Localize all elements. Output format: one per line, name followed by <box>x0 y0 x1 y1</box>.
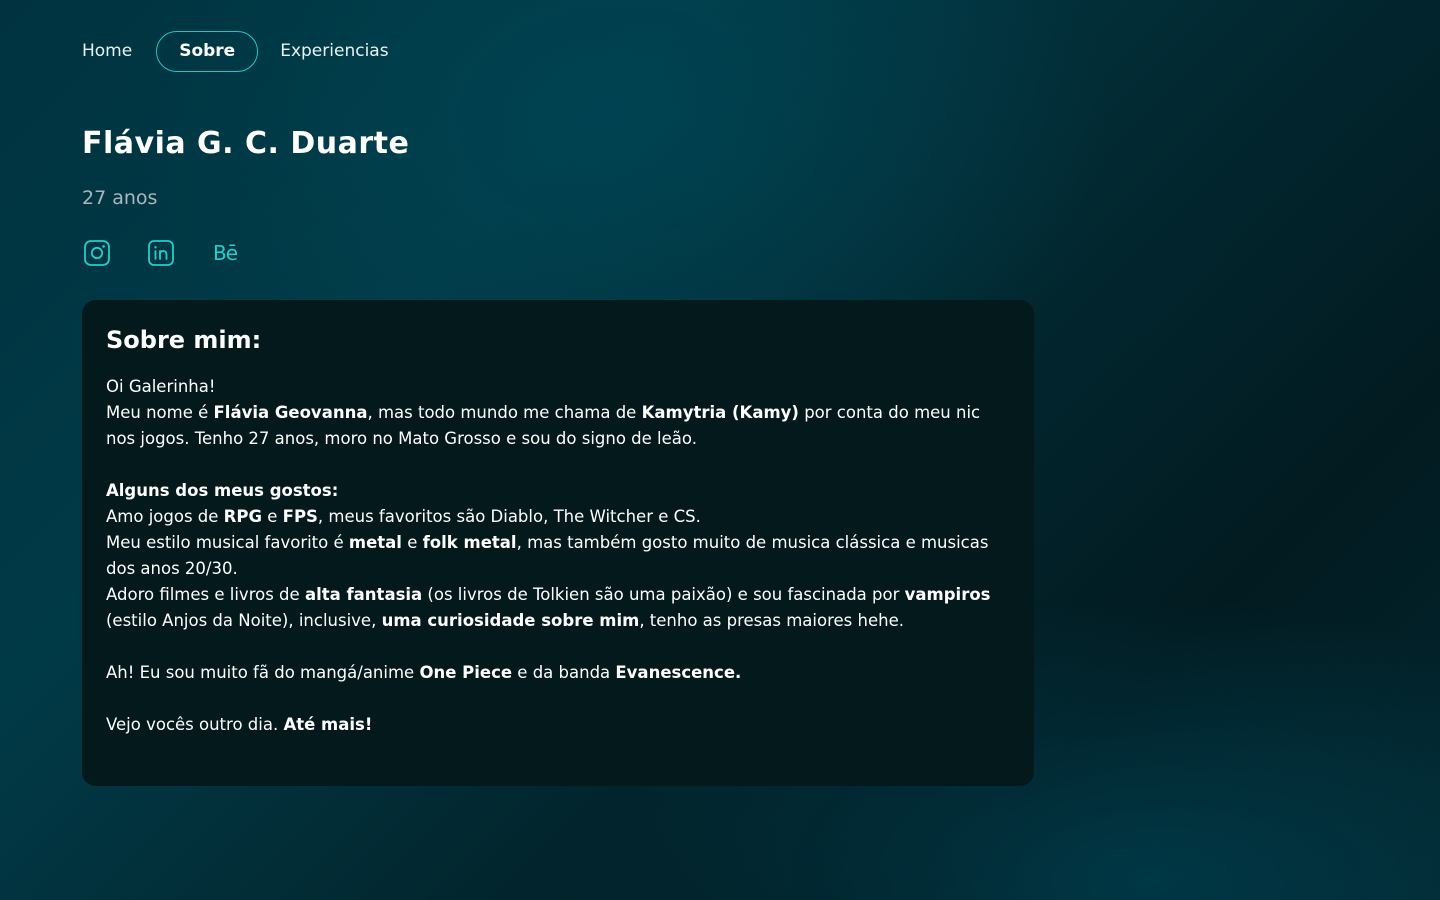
about-fan: Ah! Eu sou muito fã do mangá/anime One P… <box>106 663 742 682</box>
linkedin-icon <box>148 240 174 266</box>
about-goodbye: Vejo vocês outro dia. Até mais! <box>106 715 373 734</box>
social-links: Bē <box>82 238 274 268</box>
nav-experiencias-link[interactable]: Experiencias <box>280 30 388 72</box>
about-likes-heading: Alguns dos meus gostos: <box>106 481 339 500</box>
nav-sobre-link[interactable]: Sobre <box>156 30 259 72</box>
about-music: Meu estilo musical favorito é metal e fo… <box>106 533 989 578</box>
instagram-link[interactable] <box>82 238 112 268</box>
about-films: Adoro filmes e livros de alta fantasia (… <box>106 585 991 630</box>
linkedin-link[interactable] <box>146 238 176 268</box>
about-greeting: Oi Galerinha! <box>106 377 216 396</box>
profile-name: Flávia G. C. Duarte <box>82 126 410 161</box>
about-games: Amo jogos de RPG e FPS, meus favoritos s… <box>106 507 701 526</box>
profile-age: 27 anos <box>82 187 158 209</box>
behance-icon: Bē <box>212 241 238 265</box>
about-title: Sobre mim: <box>106 326 262 354</box>
instagram-icon <box>84 240 110 266</box>
about-card: Sobre mim: Oi Galerinha! Meu nome é Fláv… <box>82 300 1034 786</box>
about-intro: Meu nome é Flávia Geovanna, mas todo mun… <box>106 403 981 448</box>
main-nav: Home Sobre Experiencias <box>82 30 389 72</box>
behance-link[interactable]: Bē <box>210 238 240 268</box>
nav-home-link[interactable]: Home <box>82 30 132 72</box>
